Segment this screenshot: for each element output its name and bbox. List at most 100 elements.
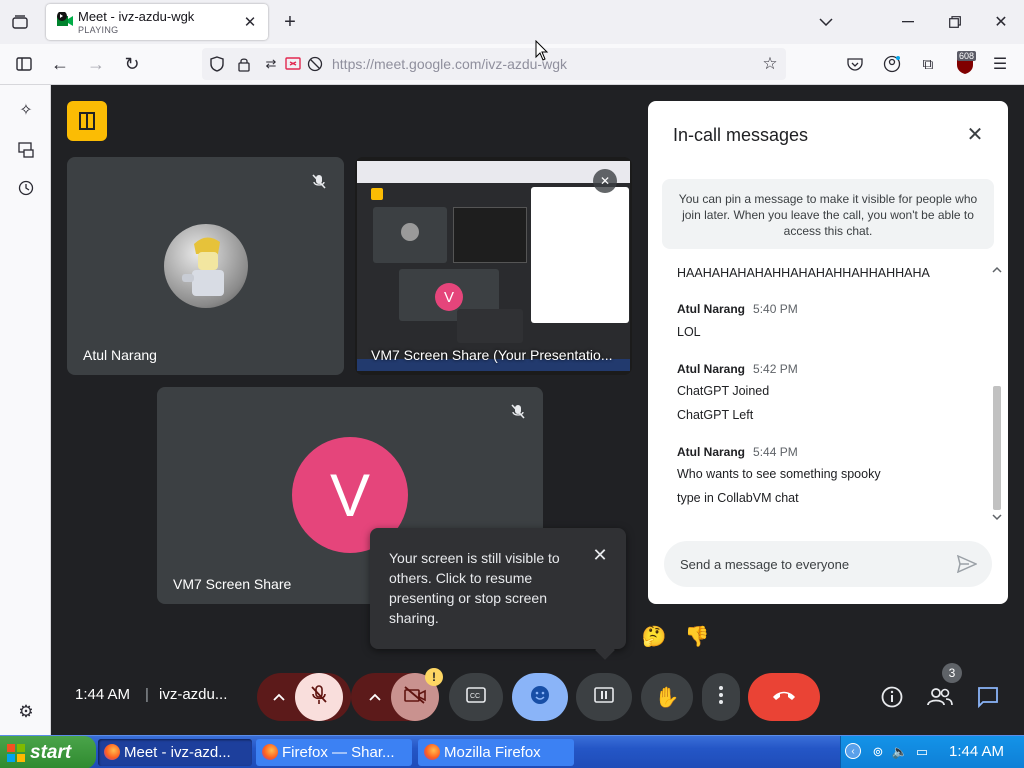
thinking-reaction-icon[interactable]: 🤔 [641,623,667,649]
taskbar-item-firefox-share[interactable]: Firefox — Shar... [256,739,412,766]
meeting-separator: | [145,686,149,703]
leave-call-button[interactable] [748,673,820,721]
chat-message: Who wants to see something spooky [677,467,881,481]
tracking-shield-icon[interactable] [208,55,226,73]
restore-icon[interactable] [945,12,965,32]
scroll-thumb[interactable] [993,386,1001,510]
screen-share-indicator-icon[interactable] [284,55,302,73]
send-icon[interactable] [956,553,978,575]
people-icon[interactable] [926,684,954,710]
mic-toggle-button[interactable] [295,673,343,721]
chat-message: type in CollabVM chat [677,491,799,505]
autoplay-blocked-icon[interactable] [306,55,324,73]
taskbar-item-firefox[interactable]: Mozilla Firefox [418,739,574,766]
chat-close-icon[interactable]: ✕ [962,121,988,147]
chat-message-header: Atul Narang 5:44 PM [677,445,798,459]
firefox-icon [262,744,278,760]
meet-controls-bar: 1:44 AM | ivz-azdu... ! CC ✋ 3 [51,660,1024,735]
start-button[interactable]: start [0,736,96,768]
start-label: start [30,741,72,763]
close-icon[interactable]: ✕ [593,169,617,193]
chat-message: ChatGPT Left [677,408,754,422]
chevron-left-icon[interactable]: ‹ [845,743,861,759]
chat-title: In-call messages [673,125,809,145]
chat-icon[interactable] [975,684,1001,710]
sidebar-toggle-icon[interactable] [14,54,34,74]
forward-icon[interactable]: → [86,54,106,74]
network-icon[interactable]: ⊚ [869,743,887,761]
chevron-up-icon[interactable] [269,685,289,709]
participant-tile-screen-share-presentation[interactable]: V ✕ VM7 Screen Share (Your Presentatio..… [355,157,632,375]
sidebar-settings-icon[interactable]: ⚙ [15,701,37,723]
participant-name: Atul Narang [83,347,157,363]
participant-name: VM7 Screen Share (Your Presentatio... [371,347,613,363]
mouse-cursor [535,39,549,62]
ai-chatbot-icon[interactable]: ✧ [15,99,37,121]
taskbar-clock[interactable]: 1:44 AM [949,743,1004,760]
pocket-icon[interactable] [845,54,865,74]
scroll-down-icon[interactable] [992,512,1002,522]
chat-sender: Atul Narang [677,445,746,459]
chat-pin-note: You can pin a message to make it visible… [662,179,994,249]
meeting-info-icon[interactable] [879,684,905,710]
tooltip-close-icon[interactable]: ✕ [589,544,611,566]
present-button[interactable] [576,673,632,721]
extensions-icon[interactable]: ⧉ [918,54,938,74]
captions-button[interactable]: CC [449,673,503,721]
reload-icon[interactable]: ↻ [122,54,142,74]
captions-icon: CC [466,686,486,708]
mic-off-icon [310,684,328,710]
back-icon[interactable]: ← [50,54,70,74]
windows-logo-icon [6,743,26,763]
avatar [164,224,248,308]
camera-off-icon [404,685,426,709]
chat-sender: Atul Narang [677,302,746,316]
participant-tile-atul[interactable]: Atul Narang [67,157,344,375]
url-bar[interactable]: ⇄ https://meet.google.com/ivz-azdu-wgk ☆ [202,48,786,80]
browser-nav-bar: ← → ↻ ⇄ https://meet.google.com/ivz-azdu… [0,44,1024,85]
tab-list-icon[interactable] [10,12,30,32]
tab-close-icon[interactable]: ✕ [242,14,258,31]
synced-tabs-icon[interactable] [15,139,37,161]
chat-time: 5:42 PM [753,362,798,376]
bookmark-star-icon[interactable]: ☆ [760,54,780,74]
meeting-time: 1:44 AM [75,686,131,703]
tooltip-arrow [595,640,615,660]
chat-message: HAAHAHAHAHAHHAHAHAHHAHHAHHAHA [677,266,930,280]
window-close-icon[interactable]: ✕ [991,12,1011,32]
list-all-tabs-icon[interactable] [816,12,836,32]
raise-hand-button[interactable]: ✋ [641,673,693,721]
browser-tab-meet[interactable]: Meet - ivz-azdu-wgk PLAYING ✕ [46,4,268,40]
volume-muted-icon[interactable]: 🔈 [891,743,909,761]
new-tab-icon[interactable]: + [280,11,300,33]
history-icon[interactable] [15,177,37,199]
url-text[interactable]: https://meet.google.com/ivz-azdu-wgk [332,56,567,72]
chat-message: LOL [677,325,701,339]
permissions-icon[interactable]: ⇄ [262,55,280,73]
display-icon[interactable]: ▭ [913,743,931,761]
app-menu-icon[interactable]: ☰ [990,54,1010,74]
thumbs-down-reaction-icon[interactable]: 👎 [684,623,710,649]
more-options-button[interactable] [702,673,740,721]
present-icon [594,686,614,708]
minimize-icon[interactable] [898,12,918,32]
chat-input-placeholder: Send a message to everyone [680,557,850,572]
more-vert-icon [719,685,723,709]
scroll-up-icon[interactable] [992,264,1002,274]
svg-text:CC: CC [470,693,480,700]
meet-main: Atul Narang V ✕ VM7 Screen Share (Your P… [51,85,1024,735]
extension-badge: 608 [957,51,977,61]
chat-scrollbar[interactable] [990,264,1004,524]
activities-icon[interactable] [67,101,107,141]
chat-time: 5:44 PM [753,445,798,459]
account-icon[interactable] [882,54,902,74]
taskbar-item-meet[interactable]: Meet - ivz-azd... [98,739,252,766]
chevron-up-icon[interactable] [365,685,385,709]
ublock-icon[interactable]: 608 [954,51,977,76]
reactions-button[interactable] [512,673,568,721]
chat-message: ChatGPT Joined [677,384,770,398]
screen-share-tooltip: Your screen is still visible to others. … [370,528,626,660]
lock-icon[interactable] [235,55,253,73]
taskbar-item-label: Mozilla Firefox [444,744,541,761]
chat-message-input[interactable]: Send a message to everyone [664,541,992,587]
